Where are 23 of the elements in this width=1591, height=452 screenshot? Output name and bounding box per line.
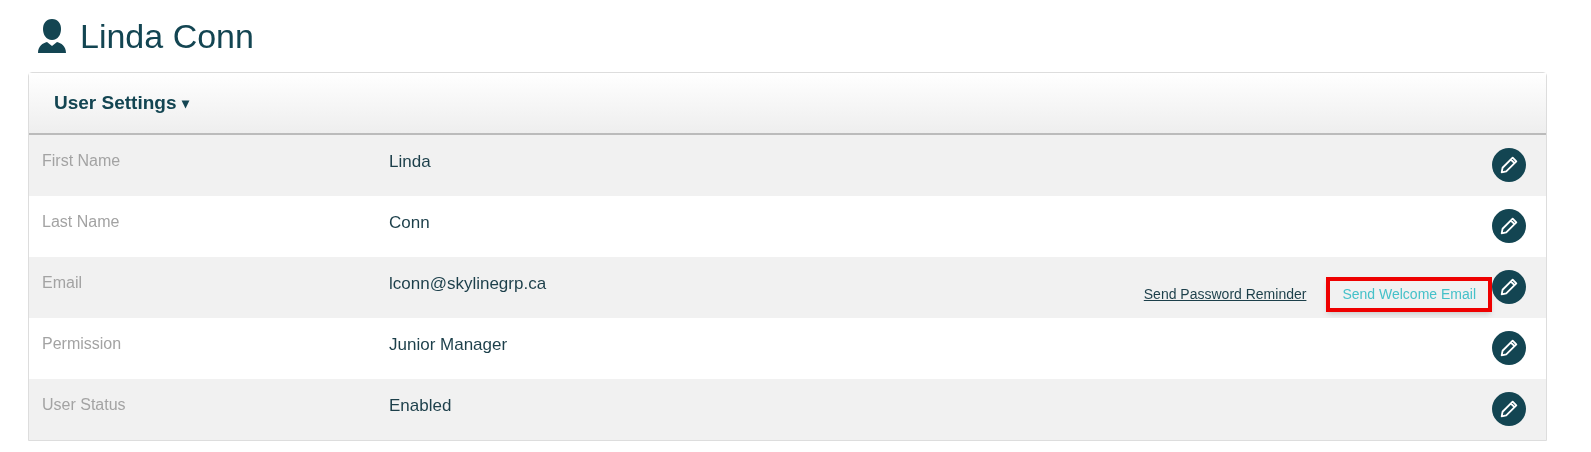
link[interactable]: Send Password Reminder (1127, 277, 1323, 312)
pencil-icon (1498, 154, 1520, 176)
field-label: Permission (42, 334, 123, 354)
pencil-icon (1498, 398, 1520, 420)
field-label: First Name (42, 151, 122, 171)
edit-button[interactable] (1492, 209, 1526, 243)
page-title: Linda Conn (80, 15, 254, 57)
field-value: Junior Manager (389, 334, 508, 356)
field-value: Enabled (389, 395, 452, 417)
pencil-icon (1498, 276, 1520, 298)
edit-button[interactable] (1492, 270, 1526, 304)
field-label: Email (42, 273, 83, 293)
field-label: Last Name (42, 212, 121, 232)
edit-button[interactable] (1492, 331, 1526, 365)
field-value: Linda (389, 151, 431, 173)
field-label: User Status (42, 395, 127, 415)
pencil-icon (1498, 337, 1520, 359)
field-value: Conn (389, 212, 430, 234)
user-settings-dropdown[interactable]: User Settings ▾ (54, 88, 190, 118)
edit-button[interactable] (1492, 148, 1526, 182)
pencil-icon (1498, 215, 1520, 237)
field-value: lconn@skylinegrp.ca (389, 273, 547, 295)
edit-button[interactable] (1492, 392, 1526, 426)
